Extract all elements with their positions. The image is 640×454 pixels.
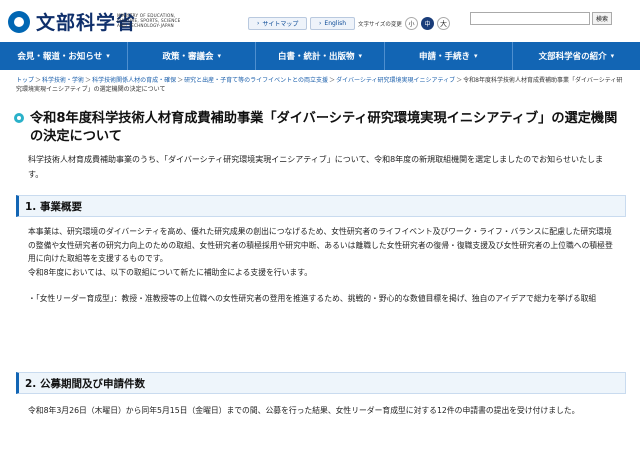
- nav-label: 政策・審議会: [162, 52, 214, 62]
- chevron-down-icon: ▾: [106, 52, 110, 60]
- title-bullet-icon: [14, 113, 24, 123]
- breadcrumb-separator: ＞: [177, 77, 184, 84]
- sitemap-link[interactable]: › サイトマップ: [248, 17, 308, 30]
- nav-item-policy[interactable]: 政策・審議会 ▾: [128, 42, 257, 70]
- chevron-down-icon: ▾: [217, 52, 222, 60]
- nav-label: 申請・手続き: [418, 52, 470, 62]
- nav-item-about[interactable]: 文部科学省の紹介 ▾: [513, 42, 640, 70]
- nav-item-whitepaper[interactable]: 白書・統計・出版物 ▾: [256, 42, 385, 70]
- global-nav: 会見・報道・お知らせ ▾ 政策・審議会 ▾ 白書・統計・出版物 ▾ 申請・手続き ▾ 文…: [0, 42, 640, 70]
- breadcrumb-separator: ＞: [329, 77, 336, 84]
- section1-paragraph: 令和8年度においては、以下の取組について新たに補助金による支援を行います。: [28, 268, 313, 277]
- logo-mark-icon: [8, 10, 30, 33]
- font-large-button[interactable]: 大: [437, 17, 450, 30]
- breadcrumb-link-hr[interactable]: 科学技術関係人材の育成・確保: [92, 77, 176, 84]
- nav-label: 白書・統計・出版物: [277, 52, 355, 62]
- english-link[interactable]: › English: [310, 17, 356, 30]
- nav-item-press[interactable]: 会見・報道・お知らせ ▾: [0, 42, 129, 70]
- section2-paragraph: 令和8年3月26日（木曜日）から同年5月15日（金曜日）までの間、公募を行った結…: [28, 406, 580, 415]
- page-title: 令和8年度科学技術人材育成費補助事業「ダイバーシティ研究環境実現イニシアティブ」…: [30, 111, 618, 144]
- font-medium-button[interactable]: 中: [421, 17, 434, 30]
- section1-paragraph: 本事業は、研究環境のダイバーシティを高め、優れた研究成果の創出につなげるため、女…: [28, 227, 613, 263]
- nav-label: 会見・報道・お知らせ: [17, 52, 103, 62]
- breadcrumb-link-lifeevent[interactable]: 研究と出産・子育て等のライフイベントとの両立支援: [184, 77, 328, 84]
- chevron-down-icon: ▾: [473, 52, 478, 60]
- breadcrumb-separator: ＞: [85, 77, 92, 84]
- nav-item-application[interactable]: 申請・手続き ▾: [385, 42, 513, 70]
- chevron-down-icon: ▾: [358, 52, 363, 60]
- section1-bullet: ・「女性リーダー育成型」：教授・准教授等の上位職への女性研究者の登用を推進するた…: [28, 294, 597, 303]
- font-size-label: 文字サイズの変更: [358, 22, 402, 28]
- site-header: 文部科学省 MINISTRY OF EDUCATION, CULTURE, SP…: [0, 0, 640, 40]
- section-heading-applications: 2. 公募期間及び申請件数: [16, 372, 626, 394]
- chevron-down-icon: ▾: [610, 52, 615, 60]
- page-title-block: 令和8年度科学技術人材育成費補助事業「ダイバーシティ研究環境実現イニシアティブ」…: [12, 110, 628, 146]
- sitemap-label: サイトマップ: [262, 21, 299, 28]
- breadcrumb-link-science[interactable]: 科学技術・学術: [42, 77, 84, 84]
- search-input[interactable]: [470, 12, 590, 25]
- breadcrumb-separator: ＞: [35, 77, 42, 84]
- logo-subtitle: MINISTRY OF EDUCATION, CULTURE, SPORTS, …: [117, 13, 181, 29]
- search-button[interactable]: 検索: [592, 12, 612, 25]
- chevron-right-icon: ›: [257, 20, 260, 27]
- intro-text: 科学技術人材育成費補助事業のうち、「ダイバーシティ研究環境実現イニシアティブ」に…: [28, 155, 604, 179]
- breadcrumb-link-diversity[interactable]: ダイバーシティ研究環境実現イニシアティブ: [336, 77, 455, 84]
- section-heading-overview: 1. 事業概要: [16, 195, 626, 217]
- breadcrumb-separator: ＞: [456, 77, 463, 84]
- font-small-button[interactable]: 小: [405, 17, 418, 30]
- breadcrumb: トップ＞科学技術・学術＞科学技術関係人材の育成・確保＞研究と出産・子育て等のライ…: [16, 76, 628, 94]
- chevron-right-icon: ›: [319, 20, 322, 27]
- english-label: English: [324, 20, 347, 27]
- breadcrumb-link-top[interactable]: トップ: [16, 77, 34, 84]
- nav-label: 文部科学省の紹介: [538, 52, 607, 62]
